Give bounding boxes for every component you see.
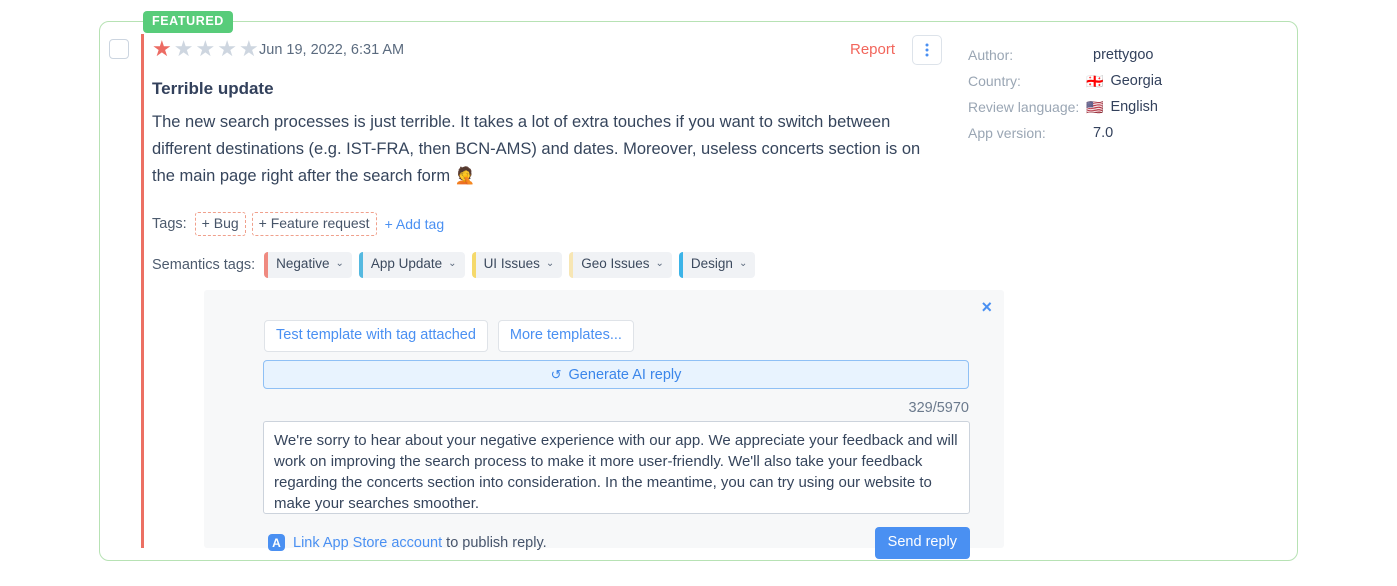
test-template-button[interactable]: Test template with tag attached (264, 320, 488, 352)
meta-row-author: Author: prettygoo (968, 42, 1258, 68)
semantics-chip-geo-issues[interactable]: Geo Issues ⌄ (569, 252, 672, 278)
close-icon[interactable]: × (981, 298, 992, 316)
rating-stars: ★★★★★ (152, 38, 261, 60)
publish-note-suffix: to publish reply. (442, 535, 547, 551)
meta-value-text: prettygoo (1093, 47, 1153, 63)
meta-row-review-language: Review language: 🇺🇸 English (968, 94, 1258, 120)
semantics-color-bar (359, 252, 363, 278)
review-card: FEATURED ★★★★★ Jun 19, 2022, 6:31 AM Rep… (99, 21, 1298, 561)
semantics-tags-row: Semantics tags: Negative ⌄ App Update ⌄ … (152, 252, 952, 278)
meta-key: Author: (968, 47, 1086, 63)
reply-textarea[interactable] (263, 421, 970, 514)
tags-row: Tags: + Bug + Feature request + Add tag (152, 212, 952, 236)
meta-key: App version: (968, 125, 1086, 141)
chevron-down-icon: ⌄ (335, 258, 343, 271)
report-button[interactable]: Report (850, 41, 895, 58)
more-options-button[interactable] (912, 35, 942, 65)
flag-icon-georgia: 🇬🇪 (1086, 74, 1103, 88)
kebab-menu-icon (926, 44, 929, 57)
meta-key: Country: (968, 73, 1086, 89)
review-header-row: ★★★★★ Jun 19, 2022, 6:31 AM Report (152, 34, 952, 68)
meta-key: Review language: (968, 99, 1086, 115)
semantics-chip-app-update[interactable]: App Update ⌄ (359, 252, 465, 278)
chevron-down-icon: ⌄ (739, 258, 747, 271)
generate-ai-reply-button[interactable]: ↺ Generate AI reply (263, 360, 969, 389)
semantics-color-bar (679, 252, 683, 278)
generate-ai-reply-label: Generate AI reply (569, 367, 682, 383)
semantics-chip-design[interactable]: Design ⌄ (679, 252, 755, 278)
meta-value-text: Georgia (1110, 73, 1162, 89)
meta-row-app-version: App version: 7.0 (968, 120, 1258, 146)
character-counter: 329/5970 (909, 400, 969, 416)
semantics-chip-ui-issues[interactable]: UI Issues ⌄ (472, 252, 563, 278)
semantics-chip-negative[interactable]: Negative ⌄ (264, 252, 352, 278)
semantics-color-bar (569, 252, 573, 278)
semantics-chip-label: Negative (276, 256, 329, 273)
app-store-icon: A (268, 534, 285, 551)
chevron-down-icon: ⌄ (656, 258, 664, 271)
tag-chip-bug[interactable]: + Bug (195, 212, 246, 236)
tags-label: Tags: (152, 216, 187, 232)
review-date: Jun 19, 2022, 6:31 AM (259, 42, 404, 58)
chevron-down-icon: ⌄ (546, 258, 554, 271)
semantics-color-bar (264, 252, 268, 278)
meta-value-text: English (1110, 99, 1158, 115)
review-content: ★★★★★ Jun 19, 2022, 6:31 AM Report Terri… (152, 34, 952, 278)
meta-value-text: 7.0 (1093, 125, 1113, 141)
send-reply-button[interactable]: Send reply (875, 527, 970, 559)
reply-panel: × Test template with tag attached More t… (204, 290, 1004, 548)
meta-value: prettygoo (1086, 47, 1153, 63)
reply-footer-row: A Link App Store account to publish repl… (263, 530, 970, 560)
more-templates-button[interactable]: More templates... (498, 320, 634, 352)
semantics-chip-label: UI Issues (484, 256, 540, 273)
flag-icon-usa: 🇺🇸 (1086, 100, 1103, 114)
review-title: Terrible update (152, 78, 952, 100)
sentiment-accent-bar (141, 34, 144, 548)
semantics-tags-label: Semantics tags: (152, 257, 255, 273)
tag-chip-feature-request[interactable]: + Feature request (252, 212, 377, 236)
review-body: The new search processes is just terribl… (152, 109, 932, 190)
semantics-chip-label: Geo Issues (581, 256, 649, 273)
refresh-icon: ↺ (551, 368, 562, 381)
template-buttons-row: Test template with tag attached More tem… (264, 320, 634, 352)
meta-value: 🇺🇸 English (1086, 99, 1158, 115)
meta-value: 7.0 (1086, 125, 1113, 141)
page-root: FEATURED ★★★★★ Jun 19, 2022, 6:31 AM Rep… (0, 0, 1397, 586)
semantics-chip-label: App Update (371, 256, 442, 273)
review-meta-panel: Author: prettygoo Country: 🇬🇪 Georgia Rev… (968, 42, 1258, 146)
meta-value: 🇬🇪 Georgia (1086, 73, 1162, 89)
chevron-down-icon: ⌄ (448, 258, 456, 271)
review-select-checkbox[interactable] (109, 39, 129, 59)
meta-row-country: Country: 🇬🇪 Georgia (968, 68, 1258, 94)
link-app-store-account-link[interactable]: Link App Store account (293, 535, 442, 551)
add-tag-button[interactable]: + Add tag (385, 216, 445, 232)
publish-note: Link App Store account to publish reply. (293, 535, 547, 551)
featured-badge: FEATURED (143, 11, 233, 33)
semantics-color-bar (472, 252, 476, 278)
semantics-chip-label: Design (691, 256, 733, 273)
